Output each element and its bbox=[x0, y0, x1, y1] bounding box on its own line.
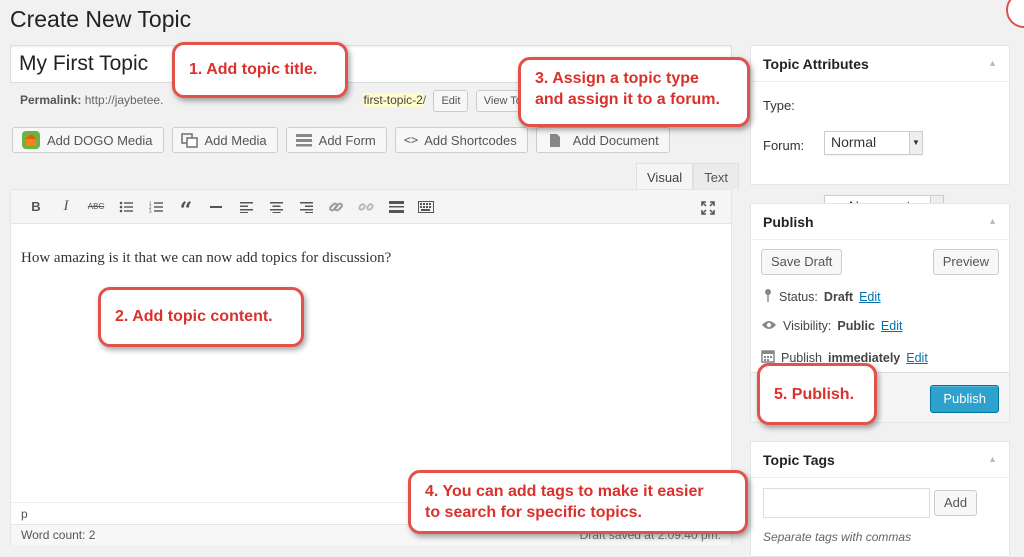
visibility-row: Visibility: Public Edit bbox=[761, 319, 902, 333]
callout-assign-type: 3. Assign a topic type and assign it to … bbox=[518, 57, 750, 127]
dropdown-arrow-icon: ▼ bbox=[909, 132, 922, 154]
eye-icon bbox=[761, 319, 777, 333]
permalink-suffix: / bbox=[422, 93, 427, 107]
align-center-icon[interactable] bbox=[261, 194, 291, 220]
add-shortcodes-button[interactable]: <> Add Shortcodes bbox=[394, 127, 528, 153]
callout-4-line1: 4. You can add tags to make it easier bbox=[425, 483, 704, 500]
editor-tabs: Visual Text bbox=[636, 163, 740, 189]
forum-label: Forum: bbox=[763, 138, 805, 153]
add-form-label: Add Form bbox=[318, 132, 376, 148]
blockquote-icon[interactable]: “ bbox=[171, 194, 201, 222]
align-left-icon[interactable] bbox=[231, 194, 261, 220]
horizontal-line-icon[interactable] bbox=[201, 194, 231, 220]
callout-2-text: 2. Add topic content. bbox=[115, 308, 273, 325]
collapse-caret-icon[interactable]: ▲ bbox=[988, 454, 997, 464]
publish-title: Publish bbox=[763, 214, 814, 230]
fullscreen-icon[interactable] bbox=[693, 195, 723, 221]
align-right-icon[interactable] bbox=[291, 194, 321, 220]
callout-3-line1: 3. Assign a topic type bbox=[535, 70, 699, 87]
tab-visual[interactable]: Visual bbox=[636, 163, 694, 189]
topic-tags-box: Topic Tags ▲ Add Separate tags with comm… bbox=[750, 441, 1010, 557]
read-more-icon[interactable] bbox=[381, 194, 411, 220]
preview-button[interactable]: Preview bbox=[932, 249, 999, 275]
media-icon bbox=[180, 132, 199, 148]
permalink-label: Permalink: bbox=[20, 93, 82, 107]
collapse-caret-icon[interactable]: ▲ bbox=[988, 58, 997, 68]
tab-text[interactable]: Text bbox=[693, 163, 740, 189]
add-shortcodes-label: Add Shortcodes bbox=[424, 132, 517, 148]
callout-5-text: 5. Publish. bbox=[774, 386, 855, 403]
editor-content[interactable]: How amazing is it that we can now add to… bbox=[21, 250, 391, 267]
add-document-label: Add Document bbox=[572, 132, 659, 148]
add-document-button[interactable]: Add Document bbox=[535, 127, 670, 153]
permalink-url[interactable]: http://jaybetee. bbox=[85, 93, 164, 107]
page-title: Create New Topic bbox=[10, 6, 192, 32]
status-label: Status: bbox=[779, 289, 818, 304]
callout-3-line2: and assign it to a forum. bbox=[535, 91, 720, 108]
avatar-fragment bbox=[1006, 0, 1024, 28]
edit-visibility-link[interactable]: Edit bbox=[881, 319, 903, 333]
pin-icon bbox=[763, 288, 773, 305]
edit-status-link[interactable]: Edit bbox=[859, 290, 881, 304]
permalink-edit-button[interactable]: Edit bbox=[433, 90, 469, 112]
form-icon bbox=[295, 133, 313, 147]
media-buttons: Add DOGO Media Add Media Add Form <> Add… bbox=[12, 127, 670, 153]
italic-icon[interactable]: I bbox=[51, 194, 81, 220]
tag-input[interactable] bbox=[763, 488, 930, 518]
permalink-slug[interactable]: first-topic-2 bbox=[363, 93, 423, 107]
link-icon[interactable] bbox=[321, 194, 351, 220]
collapse-caret-icon[interactable]: ▲ bbox=[988, 216, 997, 226]
editor-toolbar: B I ABC 123 “ bbox=[11, 190, 731, 224]
add-media-label: Add Media bbox=[204, 132, 267, 148]
document-icon bbox=[549, 133, 561, 148]
topic-attributes-header[interactable]: Topic Attributes ▲ bbox=[751, 46, 1009, 82]
toolbar-toggle-icon[interactable] bbox=[411, 194, 441, 220]
add-form-button[interactable]: Add Form bbox=[285, 127, 387, 153]
topic-tags-header[interactable]: Topic Tags ▲ bbox=[751, 442, 1009, 478]
add-tag-button[interactable]: Add bbox=[934, 490, 978, 516]
callout-publish: 5. Publish. bbox=[757, 363, 877, 425]
callout-add-content: 2. Add topic content. bbox=[98, 287, 304, 347]
type-select[interactable]: Normal ▼ bbox=[824, 131, 923, 155]
code-icon: <> bbox=[403, 133, 419, 147]
callout-4-line2: to search for specific topics. bbox=[425, 504, 642, 521]
add-dogo-media-label: Add DOGO Media bbox=[47, 132, 153, 148]
strikethrough-icon[interactable]: ABC bbox=[81, 194, 111, 220]
status-row: Status: Draft Edit bbox=[763, 288, 881, 305]
numbered-list-icon[interactable]: 123 bbox=[141, 194, 171, 220]
callout-add-tags: 4. You can add tags to make it easier to… bbox=[408, 470, 748, 534]
topic-attributes-box: Topic Attributes ▲ Type: Normal ▼ Forum:… bbox=[750, 45, 1010, 219]
publish-header[interactable]: Publish ▲ bbox=[751, 204, 1009, 240]
svg-text:3: 3 bbox=[149, 209, 152, 213]
topic-tags-title: Topic Tags bbox=[763, 452, 835, 468]
topic-attributes-title: Topic Attributes bbox=[763, 56, 869, 72]
bold-icon[interactable]: B bbox=[21, 194, 51, 220]
publish-button[interactable]: Publish bbox=[930, 385, 999, 413]
word-count: Word count: 2 bbox=[21, 528, 96, 542]
visibility-value: Public bbox=[837, 319, 875, 333]
edit-schedule-link[interactable]: Edit bbox=[906, 351, 928, 365]
bullet-list-icon[interactable] bbox=[111, 194, 141, 220]
save-draft-button[interactable]: Save Draft bbox=[761, 249, 843, 275]
callout-1-text: 1. Add topic title. bbox=[189, 61, 318, 78]
status-value: Draft bbox=[823, 289, 854, 304]
unlink-icon[interactable] bbox=[351, 194, 381, 220]
add-media-button[interactable]: Add Media bbox=[171, 127, 278, 153]
visibility-label: Visibility: bbox=[783, 319, 832, 333]
dogo-icon bbox=[21, 130, 41, 150]
type-select-value: Normal bbox=[831, 134, 877, 150]
callout-add-title: 1. Add topic title. bbox=[172, 42, 348, 98]
tags-help-text: Separate tags with commas bbox=[763, 530, 912, 544]
add-dogo-media-button[interactable]: Add DOGO Media bbox=[12, 127, 164, 153]
type-label: Type: bbox=[763, 98, 795, 113]
